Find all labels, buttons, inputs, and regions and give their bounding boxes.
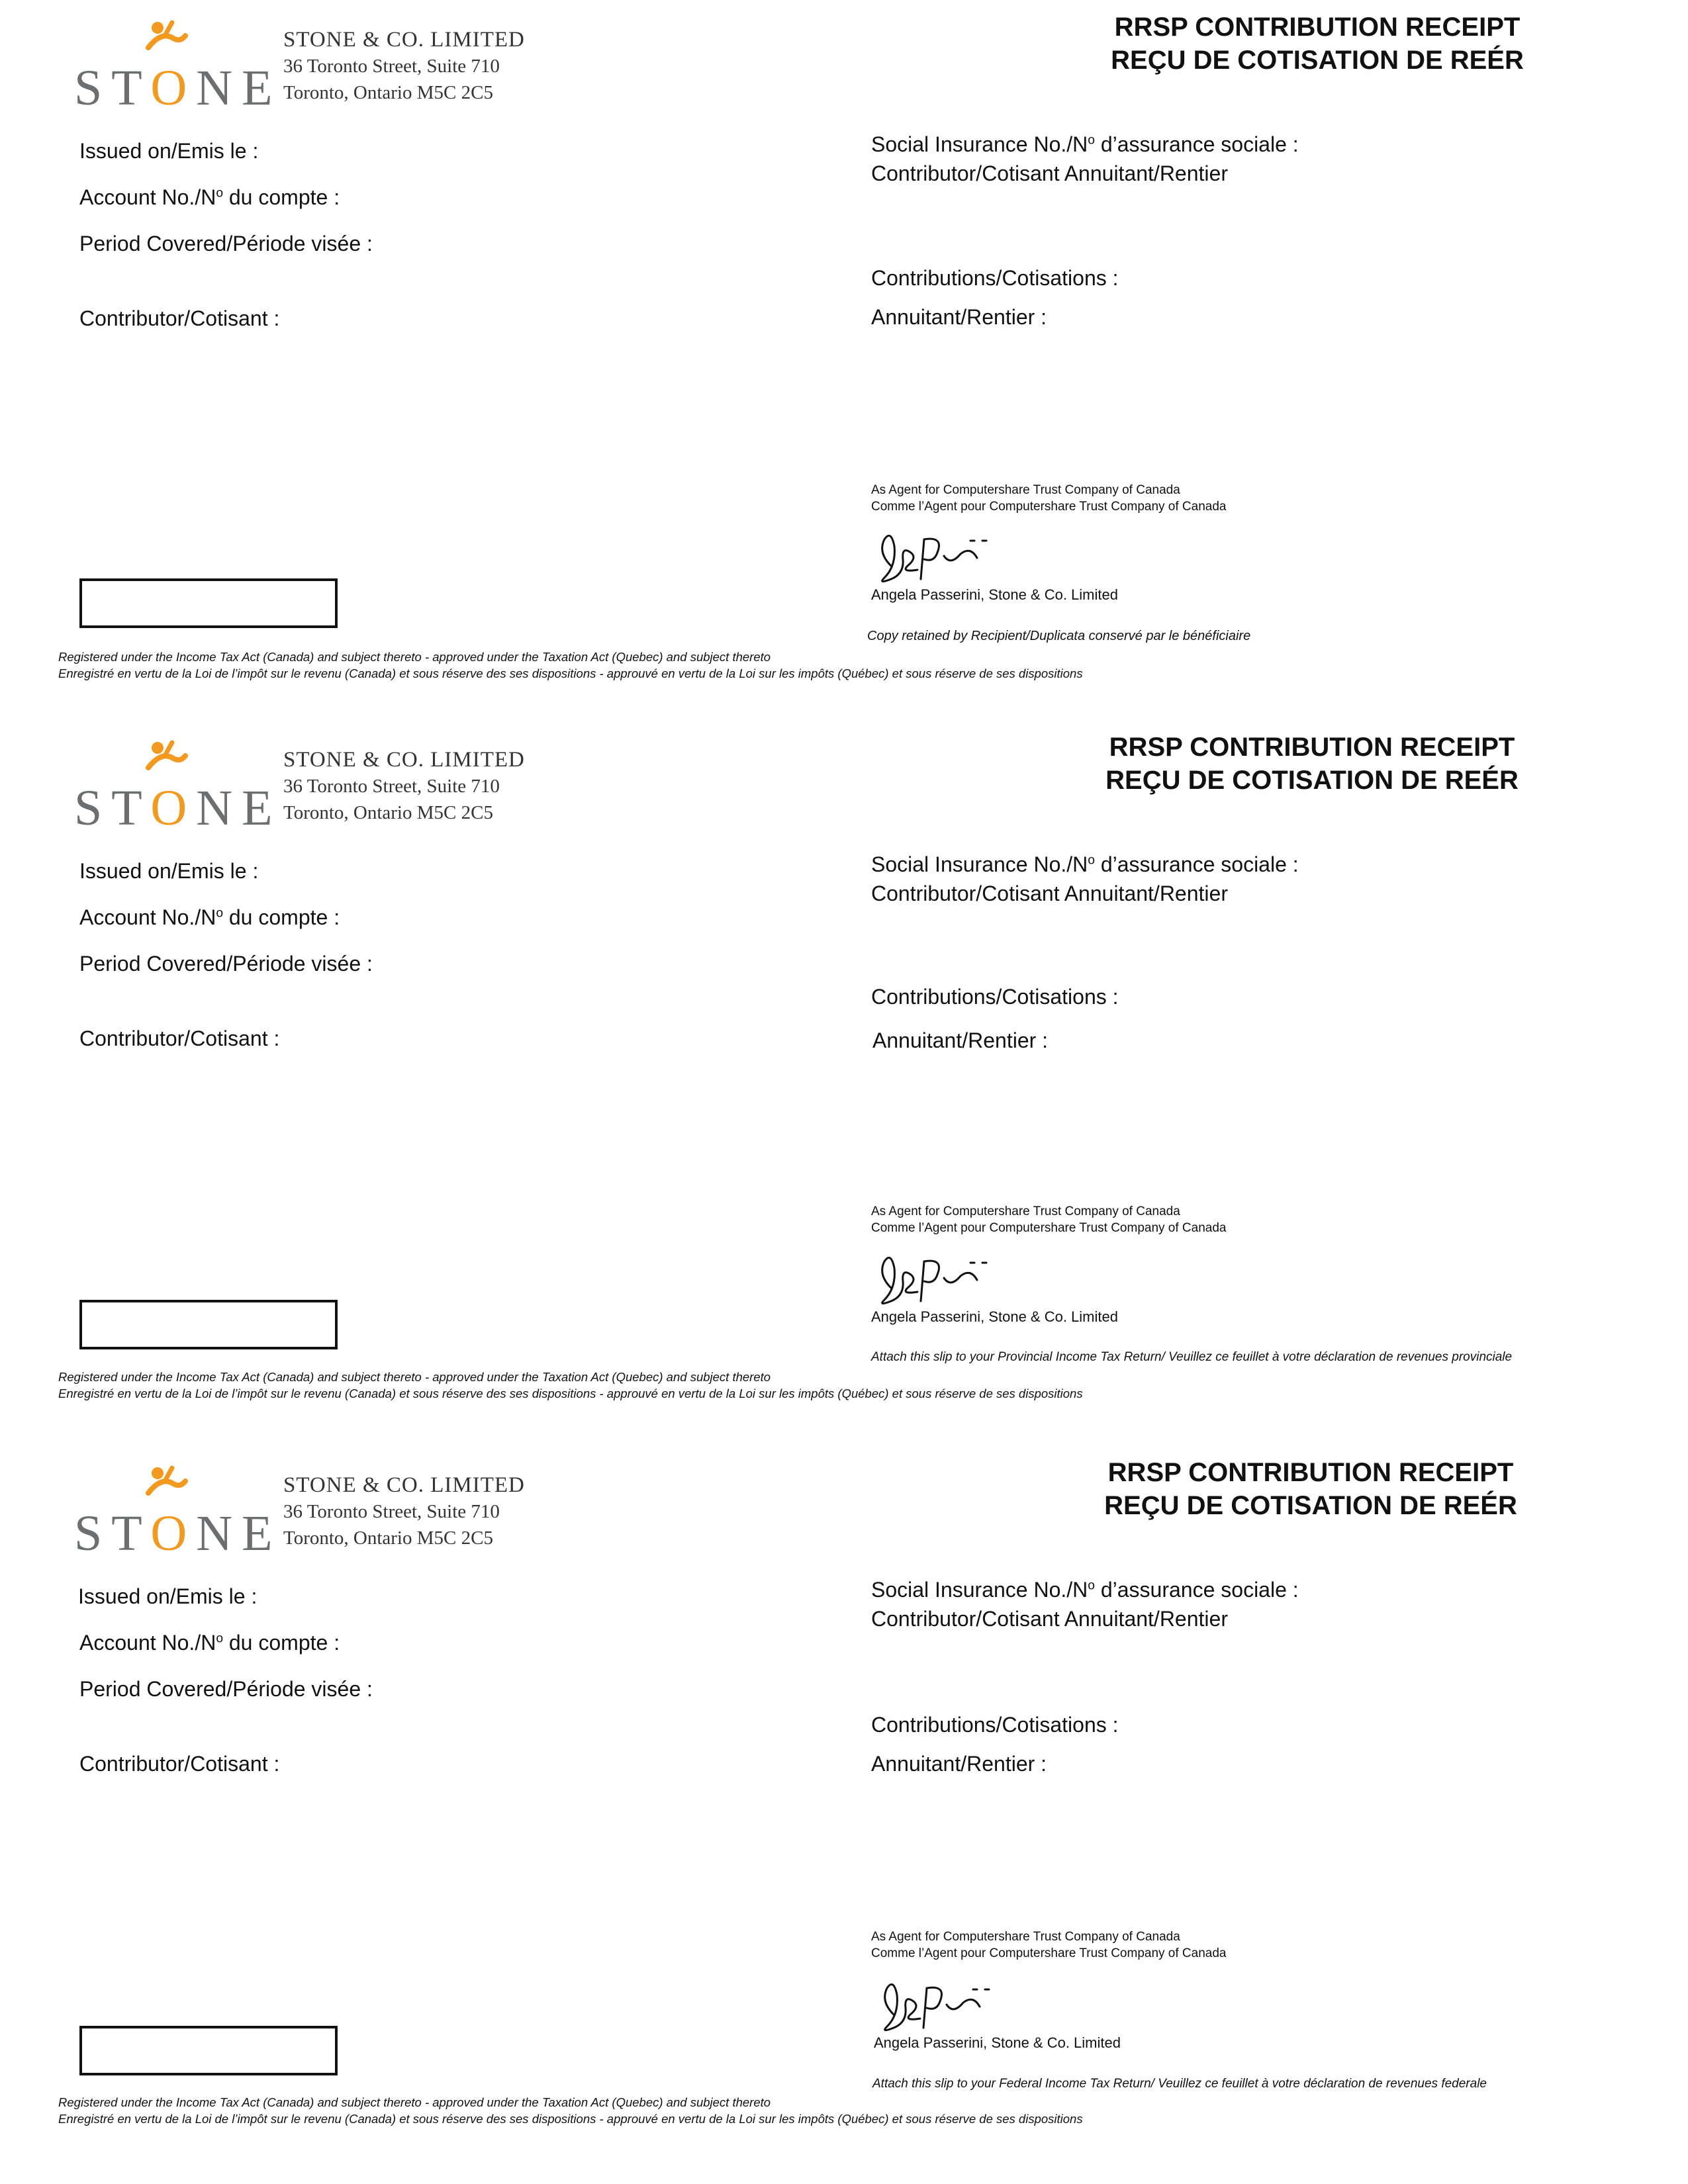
company-name: STONE & CO. LIMITED — [283, 28, 525, 52]
contributions-label: Contributions/Cotisations : — [871, 985, 1119, 1009]
signature-image — [881, 534, 988, 582]
stone-logo: STONE — [74, 1464, 273, 1561]
receipt-title-fr: REÇU DE COTISATION DE REÉR — [1111, 46, 1524, 75]
company-address-line1: 36 Toronto Street, Suite 710 — [283, 1501, 500, 1522]
legal-line-en: Registered under the Income Tax Act (Can… — [58, 650, 771, 664]
slip-note: Attach this slip to your Federal Income … — [872, 2077, 1487, 2091]
agent-line-en: As Agent for Computershare Trust Company… — [871, 483, 1180, 497]
sin-label: Social Insurance No./No d’assurance soci… — [871, 1578, 1299, 1602]
contributor-label: Contributor/Cotisant : — [79, 1752, 280, 1776]
receipt-slip-2: STONE STONE & CO. LIMITED 36 Toronto Str… — [0, 720, 1688, 1441]
account-no-label: Account No./No du compte : — [79, 1631, 340, 1655]
account-no-label: Account No./No du compte : — [79, 905, 340, 929]
receipt-title: RRSP CONTRIBUTION RECEIPT REÇU DE COTISA… — [1059, 11, 1575, 77]
stone-logo: STONE — [74, 19, 273, 116]
logo-wordmark: STONE — [74, 1506, 282, 1561]
agent-line-en: As Agent for Computershare Trust Company… — [871, 1930, 1180, 1944]
company-address-line1: 36 Toronto Street, Suite 710 — [283, 56, 500, 77]
agent-block: As Agent for Computershare Trust Company… — [871, 1203, 1226, 1236]
logo-wordmark: STONE — [74, 780, 282, 836]
agent-line-fr: Comme l’Agent pour Computershare Trust C… — [871, 1221, 1227, 1235]
period-covered-label: Period Covered/Période visée : — [79, 952, 373, 976]
stone-figure-icon — [146, 740, 188, 770]
period-covered-label: Period Covered/Période visée : — [79, 1677, 373, 1701]
contributor-annuitant-label: Contributor/Cotisant Annuitant/Rentier — [871, 161, 1228, 185]
company-address-line1: 36 Toronto Street, Suite 710 — [283, 776, 500, 797]
account-no-label: Account No./No du compte : — [79, 185, 340, 209]
receipt-slip-1: STONE STONE & CO. LIMITED 36 Toronto Str… — [0, 0, 1688, 721]
slip-note: Copy retained by Recipient/Duplicata con… — [867, 629, 1251, 643]
agent-line-en: As Agent for Computershare Trust Company… — [871, 1205, 1180, 1218]
annuitant-label: Annuitant/Rentier : — [872, 1028, 1049, 1052]
stone-figure-icon — [146, 20, 188, 50]
receipt-title-fr: REÇU DE COTISATION DE REÉR — [1105, 766, 1519, 795]
agent-block: As Agent for Computershare Trust Company… — [871, 1929, 1226, 1962]
blank-box — [79, 578, 338, 628]
signature-image — [884, 1983, 990, 2031]
receipt-title-fr: REÇU DE COTISATION DE REÉR — [1104, 1491, 1517, 1520]
stone-figure-icon — [146, 1465, 188, 1496]
company-name: STONE & CO. LIMITED — [283, 748, 525, 772]
sin-label: Social Insurance No./No d’assurance soci… — [871, 852, 1299, 876]
signatory-name: Angela Passerini, Stone & Co. Limited — [874, 2034, 1121, 2051]
receipt-title-en: RRSP CONTRIBUTION RECEIPT — [1107, 1458, 1514, 1487]
annuitant-label: Annuitant/Rentier : — [871, 305, 1047, 329]
receipt-title: RRSP CONTRIBUTION RECEIPT REÇU DE COTISA… — [1054, 731, 1570, 797]
contributor-label: Contributor/Cotisant : — [79, 1026, 280, 1050]
period-covered-label: Period Covered/Période visée : — [79, 232, 373, 255]
agent-block: As Agent for Computershare Trust Company… — [871, 482, 1226, 515]
receipt-title: RRSP CONTRIBUTION RECEIPT REÇU DE COTISA… — [1053, 1456, 1569, 1522]
contributor-annuitant-label: Contributor/Cotisant Annuitant/Rentier — [871, 882, 1228, 905]
company-address-line2: Toronto, Ontario M5C 2C5 — [283, 82, 493, 103]
issued-on-label: Issued on/Emis le : — [79, 859, 259, 883]
blank-box — [79, 1300, 338, 1349]
company-address-line2: Toronto, Ontario M5C 2C5 — [283, 1527, 493, 1549]
contributions-label: Contributions/Cotisations : — [871, 266, 1119, 290]
sin-label: Social Insurance No./No d’assurance soci… — [871, 132, 1299, 156]
signatory-name: Angela Passerini, Stone & Co. Limited — [871, 1308, 1118, 1325]
contributor-label: Contributor/Cotisant : — [79, 306, 280, 330]
legal-notice: Registered under the Income Tax Act (Can… — [58, 649, 1083, 682]
receipt-title-en: RRSP CONTRIBUTION RECEIPT — [1109, 733, 1515, 762]
legal-notice: Registered under the Income Tax Act (Can… — [58, 2094, 1083, 2127]
stone-logo: STONE — [74, 739, 273, 836]
company-name: STONE & CO. LIMITED — [283, 1473, 525, 1497]
issued-on-label: Issued on/Emis le : — [79, 139, 259, 163]
receipt-title-en: RRSP CONTRIBUTION RECEIPT — [1114, 13, 1521, 42]
annuitant-label: Annuitant/Rentier : — [871, 1752, 1047, 1776]
issued-on-label: Issued on/Emis le : — [78, 1584, 258, 1608]
agent-line-fr: Comme l’Agent pour Computershare Trust C… — [871, 500, 1227, 514]
legal-line-fr: Enregistré en vertu de la Loi de l’impôt… — [58, 2112, 1083, 2126]
company-block: STONE & CO. LIMITED 36 Toronto Street, S… — [283, 26, 525, 106]
contributions-label: Contributions/Cotisations : — [871, 1713, 1119, 1737]
company-block: STONE & CO. LIMITED 36 Toronto Street, S… — [283, 1472, 525, 1551]
signature-image — [881, 1256, 988, 1304]
legal-line-en: Registered under the Income Tax Act (Can… — [58, 1370, 771, 1384]
agent-line-fr: Comme l’Agent pour Computershare Trust C… — [871, 1946, 1227, 1960]
legal-line-en: Registered under the Income Tax Act (Can… — [58, 2095, 771, 2109]
contributor-annuitant-label: Contributor/Cotisant Annuitant/Rentier — [871, 1607, 1228, 1631]
slip-note: Attach this slip to your Provincial Inco… — [871, 1350, 1513, 1364]
legal-notice: Registered under the Income Tax Act (Can… — [58, 1369, 1083, 1402]
signatory-name: Angela Passerini, Stone & Co. Limited — [871, 586, 1118, 603]
company-address-line2: Toronto, Ontario M5C 2C5 — [283, 802, 493, 823]
legal-line-fr: Enregistré en vertu de la Loi de l’impôt… — [58, 1387, 1083, 1400]
legal-line-fr: Enregistré en vertu de la Loi de l’impôt… — [58, 666, 1083, 680]
logo-wordmark: STONE — [74, 60, 282, 116]
blank-box — [79, 2026, 338, 2075]
receipt-slip-3: STONE STONE & CO. LIMITED 36 Toronto Str… — [0, 1445, 1688, 2167]
company-block: STONE & CO. LIMITED 36 Toronto Street, S… — [283, 747, 525, 826]
